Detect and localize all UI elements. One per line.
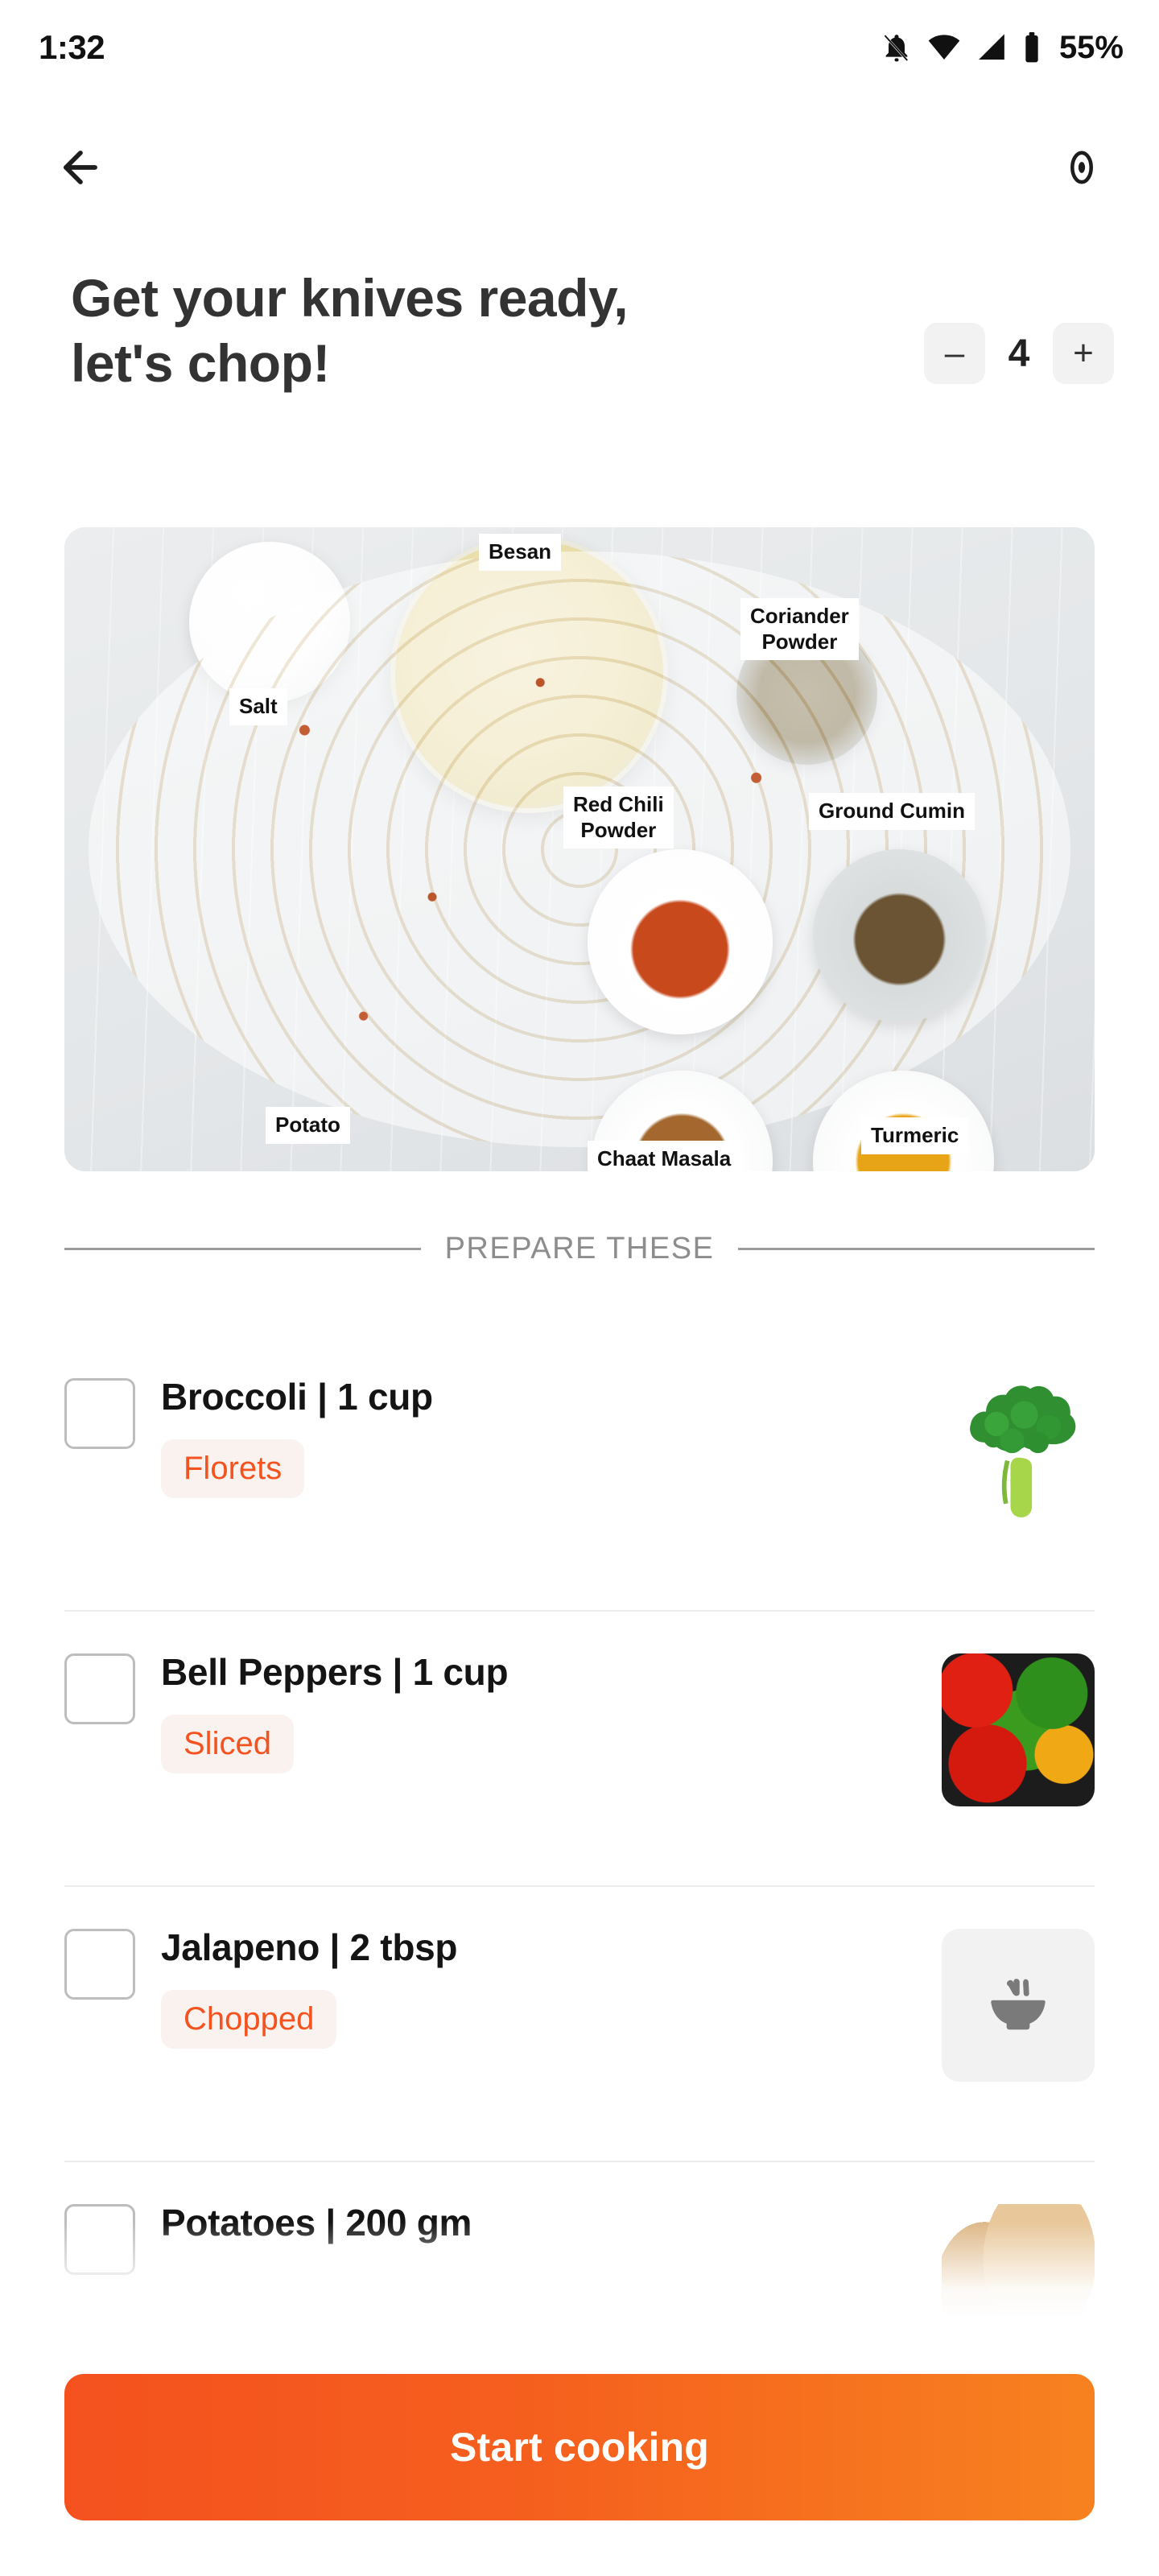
ingredient-thumbnail (942, 1378, 1095, 1531)
cta-bar: Start cooking (0, 2318, 1159, 2576)
ingredient-details: Bell Peppers | 1 cup Sliced (161, 1650, 942, 1773)
divider-line-left (64, 1248, 421, 1250)
list-item[interactable]: Bell Peppers | 1 cup Sliced (64, 1612, 1095, 1887)
hero-label-ground-cumin: Ground Cumin (809, 793, 975, 830)
ingredient-checkbox[interactable] (64, 1929, 135, 2000)
hero-label-red-chili-powder: Red Chili Powder (563, 786, 674, 849)
ingredients-photo[interactable]: Salt Besan Coriander Powder Red Chili Po… (64, 527, 1095, 1171)
decrement-servings-button[interactable]: – (924, 323, 985, 385)
battery-icon (1022, 31, 1041, 64)
battery-percentage: 55% (1058, 29, 1124, 65)
page-title: Get your knives ready, let's chop! (71, 268, 629, 393)
status-time: 1:32 (39, 28, 105, 66)
list-item[interactable]: Broccoli | 1 cup Florets (64, 1336, 1095, 1612)
increment-servings-button[interactable]: + (1053, 323, 1114, 385)
hero-label-turmeric: Turmeric (861, 1117, 969, 1154)
red-chili-bowl-prop (588, 849, 773, 1034)
ingredient-list: Broccoli | 1 cup Florets Bell Peppers | … (0, 1336, 1159, 2438)
view-recipe-button[interactable] (1046, 134, 1117, 204)
back-arrow-icon (56, 142, 105, 196)
signal-icon (975, 31, 1008, 64)
servings-value: 4 (1008, 332, 1030, 375)
back-button[interactable] (45, 134, 116, 204)
ingredient-checkbox[interactable] (64, 1378, 135, 1449)
ingredient-details: Jalapeno | 2 tbsp Chopped (161, 1926, 942, 2049)
ingredient-checkbox[interactable] (64, 1653, 135, 1724)
hero-label-chaat-masala: Chaat Masala (588, 1141, 741, 1171)
wifi-icon (927, 31, 961, 64)
app-screen: 1:32 55% Get your knives ready, let's ch… (0, 0, 1159, 2576)
hero-label-besan: Besan (479, 534, 562, 571)
ingredient-name: Potatoes | 200 gm (161, 2202, 472, 2244)
notifications-off-icon (881, 31, 913, 64)
ingredient-thumbnail (942, 1653, 1095, 1806)
status-icons: 55% (881, 30, 1124, 66)
start-cooking-button[interactable]: Start cooking (64, 2374, 1095, 2520)
divider-label: PREPARE THESE (444, 1232, 715, 1265)
hero-label-potato: Potato (266, 1107, 350, 1144)
eye-icon (1061, 147, 1103, 192)
navigation-bar (0, 121, 1159, 217)
ground-cumin-bowl-prop (813, 849, 986, 1022)
prepare-these-divider: PREPARE THESE (64, 1232, 1095, 1266)
list-item[interactable]: Jalapeno | 2 tbsp Chopped (64, 1887, 1095, 2162)
servings-stepper: – 4 + (924, 323, 1114, 395)
status-bar: 1:32 55% (0, 0, 1159, 95)
ingredient-thumbnail (942, 1929, 1095, 2082)
ingredient-name: Jalapeno | 2 tbsp (161, 1926, 458, 1968)
hero-label-salt: Salt (229, 688, 287, 725)
ingredient-name: Broccoli | 1 cup (161, 1376, 433, 1418)
ingredient-prep-tag: Sliced (161, 1715, 294, 1773)
ingredient-name: Bell Peppers | 1 cup (161, 1651, 509, 1693)
ingredient-prep-tag: Chopped (161, 1990, 337, 2049)
ingredient-checkbox[interactable] (64, 2204, 135, 2275)
ingredient-details: Potatoes | 200 gm (161, 2201, 942, 2244)
ingredient-prep-tag: Florets (161, 1439, 305, 1498)
hero-label-coriander-powder: Coriander Powder (740, 598, 859, 661)
ingredient-details: Broccoli | 1 cup Florets (161, 1375, 942, 1498)
bowl-placeholder-icon (984, 1969, 1053, 2042)
header-row: Get your knives ready, let's chop! – 4 + (0, 266, 1159, 395)
divider-line-right (738, 1248, 1095, 1250)
broccoli-icon (970, 1385, 1076, 1517)
